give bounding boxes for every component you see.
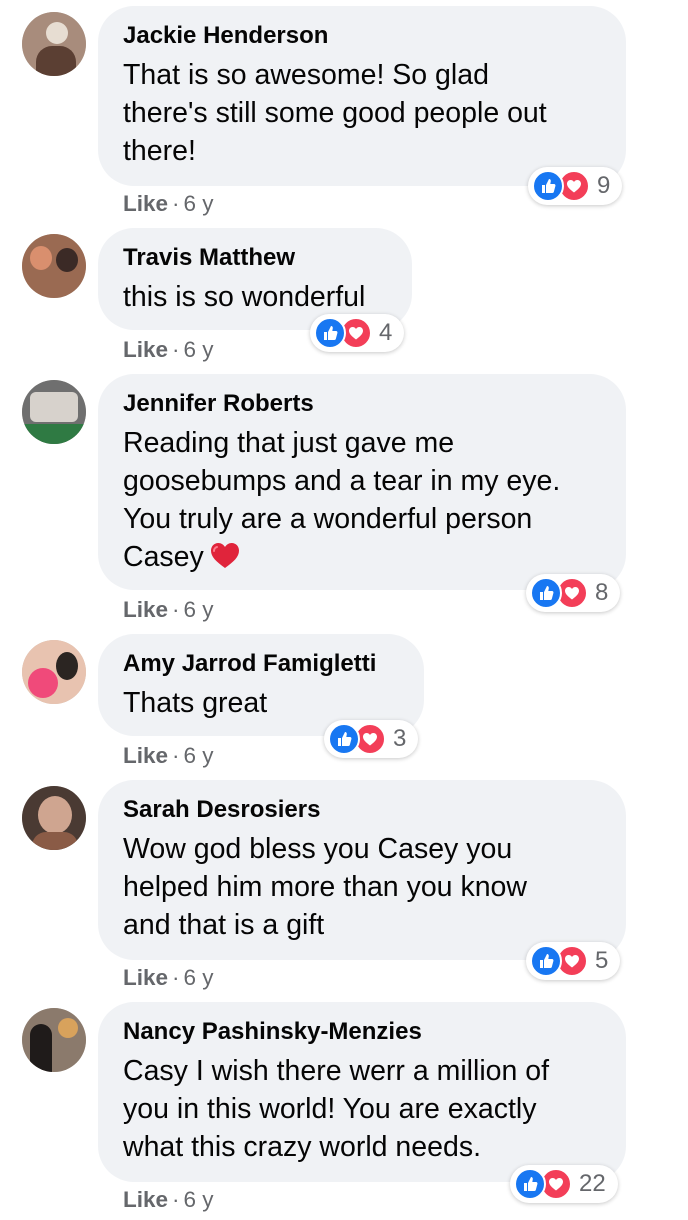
comment-text: this is so wonderful (123, 281, 366, 313)
comment-text: Wow god bless you Casey you helped him m… (123, 833, 527, 941)
comment-author[interactable]: Sarah Desrosiers (123, 796, 600, 824)
thumbs-up-icon (532, 170, 564, 202)
avatar-body (32, 832, 78, 850)
comment-bubble: Nancy Pashinsky-Menzies Casy I wish ther… (98, 1002, 626, 1182)
comment-meta: Like · 6 y (123, 1186, 214, 1214)
avatar-body (36, 46, 76, 76)
like-action[interactable]: Like (123, 191, 168, 216)
avatar[interactable] (22, 640, 86, 704)
avatar-face (58, 1018, 78, 1038)
meta-separator: · (172, 191, 180, 216)
like-action[interactable]: Like (123, 337, 168, 362)
comment-meta: Like · 6 y (123, 596, 214, 624)
meta-separator: · (172, 965, 180, 990)
comment-timestamp[interactable]: 6 y (184, 965, 214, 990)
comment-meta: Like · 6 y (123, 190, 214, 218)
like-action[interactable]: Like (123, 965, 168, 990)
reaction-count: 9 (597, 172, 611, 199)
comment-bubble: Jennifer Roberts Reading that just gave … (98, 374, 626, 590)
like-action[interactable]: Like (123, 743, 168, 768)
comment-bubble: Jackie Henderson That is so awesome! So … (98, 6, 626, 186)
like-action[interactable]: Like (123, 1187, 168, 1212)
avatar[interactable] (22, 1008, 86, 1072)
reaction-count: 8 (595, 579, 609, 606)
reactions-summary[interactable]: 9 (528, 167, 623, 205)
reaction-count: 5 (595, 947, 609, 974)
avatar-figure (30, 1024, 52, 1072)
comment-meta: Like · 6 y (123, 964, 214, 992)
reactions-summary[interactable]: 22 (510, 1165, 618, 1203)
comments-list: Jackie Henderson That is so awesome! So … (0, 0, 688, 1220)
meta-separator: · (172, 337, 180, 362)
thumbs-up-icon (328, 723, 360, 755)
avatar-face-2 (56, 248, 78, 272)
avatar[interactable] (22, 234, 86, 298)
comment-text: Thats great (123, 687, 268, 719)
avatar[interactable] (22, 786, 86, 850)
comment-text: Casy I wish there werr a million of you … (123, 1055, 550, 1163)
comment-timestamp[interactable]: 6 y (184, 191, 214, 216)
avatar-face (28, 668, 58, 698)
reactions-summary[interactable]: 5 (526, 942, 621, 980)
reactions-summary[interactable]: 4 (310, 314, 405, 352)
avatar-face (46, 22, 68, 44)
comment-author[interactable]: Jennifer Roberts (123, 390, 600, 418)
comment-timestamp[interactable]: 6 y (184, 337, 214, 362)
thumbs-up-icon (530, 945, 562, 977)
comment-bubble: Sarah Desrosiers Wow god bless you Casey… (98, 780, 626, 960)
comment-author[interactable]: Travis Matthew (123, 244, 386, 272)
thumbs-up-icon (514, 1168, 546, 1200)
reaction-count: 4 (379, 319, 393, 346)
like-action[interactable]: Like (123, 597, 168, 622)
reaction-count: 22 (579, 1170, 606, 1197)
meta-separator: · (172, 743, 180, 768)
thumbs-up-icon (530, 577, 562, 609)
avatar[interactable] (22, 380, 86, 444)
avatar[interactable] (22, 12, 86, 76)
avatar-face (38, 796, 72, 834)
avatar-face (30, 246, 52, 270)
comment-author[interactable]: Amy Jarrod Famigletti (123, 650, 398, 678)
comment-meta: Like · 6 y (123, 742, 214, 770)
meta-separator: · (172, 1187, 180, 1212)
comment-text-content: Reading that just gave me goosebumps and… (123, 427, 561, 573)
comment-timestamp[interactable]: 6 y (184, 1187, 214, 1212)
comment-text: Reading that just gave me goosebumps and… (123, 424, 600, 576)
comment-author[interactable]: Jackie Henderson (123, 22, 600, 50)
red-heart-emoji-icon (210, 543, 239, 568)
comment-text: That is so awesome! So glad there's stil… (123, 59, 547, 167)
avatar-photo (30, 392, 78, 422)
comment-timestamp[interactable]: 6 y (184, 597, 214, 622)
meta-separator: · (172, 597, 180, 622)
avatar-face-2 (56, 652, 78, 680)
comment-timestamp[interactable]: 6 y (184, 743, 214, 768)
reactions-summary[interactable]: 8 (526, 574, 621, 612)
reaction-count: 3 (393, 725, 407, 752)
comment-author[interactable]: Nancy Pashinsky-Menzies (123, 1018, 600, 1046)
avatar-banner (22, 424, 86, 444)
thumbs-up-icon (314, 317, 346, 349)
comment-meta: Like · 6 y (123, 336, 214, 364)
reactions-summary[interactable]: 3 (324, 720, 419, 758)
